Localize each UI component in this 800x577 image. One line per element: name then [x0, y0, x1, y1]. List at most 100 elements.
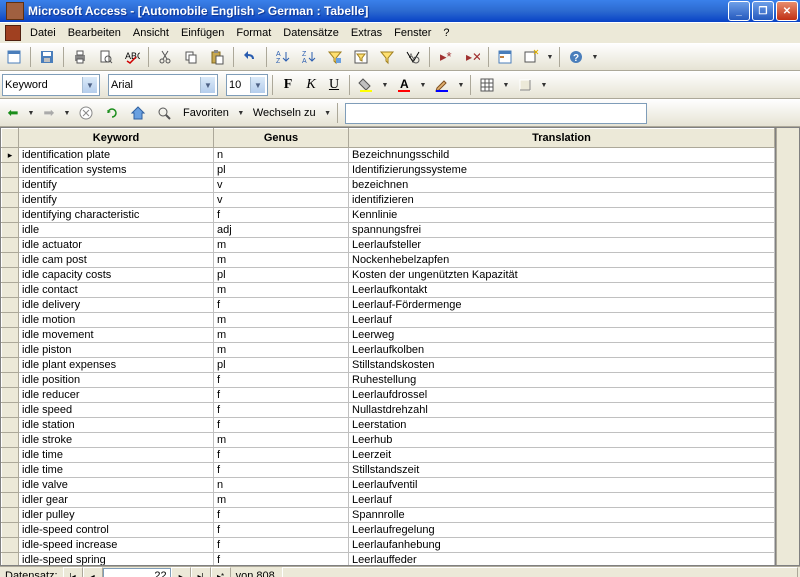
- cell-genus[interactable]: f: [214, 403, 349, 418]
- record-number-input[interactable]: [103, 568, 171, 577]
- stop-icon[interactable]: [74, 101, 98, 125]
- cell-translation[interactable]: Leerlaufanhebung: [349, 538, 775, 553]
- cell-translation[interactable]: Leerlauf-Fördermenge: [349, 298, 775, 313]
- back-dropdown[interactable]: ▼: [26, 104, 36, 122]
- cell-keyword[interactable]: idle reducer: [19, 388, 214, 403]
- cell-genus[interactable]: m: [214, 238, 349, 253]
- row-selector[interactable]: [2, 268, 19, 283]
- row-selector[interactable]: [2, 298, 19, 313]
- cell-keyword[interactable]: idle actuator: [19, 238, 214, 253]
- table-row[interactable]: idle reducerfLeerlaufdrossel: [2, 388, 775, 403]
- table-row[interactable]: idle cam postmNockenhebelzapfen: [2, 253, 775, 268]
- table-row[interactable]: idle speedfNullastdrehzahl: [2, 403, 775, 418]
- table-row[interactable]: identifyvbezeichnen: [2, 178, 775, 193]
- row-selector[interactable]: [2, 313, 19, 328]
- table-row[interactable]: idler gearmLeerlauf: [2, 493, 775, 508]
- favorites-dropdown[interactable]: ▼: [236, 104, 246, 122]
- spelling-button[interactable]: ABC: [120, 45, 144, 69]
- table-row[interactable]: idle strokemLeerhub: [2, 433, 775, 448]
- first-record-button[interactable]: |◂: [63, 567, 83, 577]
- cell-translation[interactable]: Leerlauf: [349, 313, 775, 328]
- cell-keyword[interactable]: idle-speed increase: [19, 538, 214, 553]
- cell-keyword[interactable]: idle delivery: [19, 298, 214, 313]
- help-button[interactable]: ?: [564, 45, 588, 69]
- cell-genus[interactable]: f: [214, 298, 349, 313]
- delete-record-button[interactable]: ▸✕: [460, 45, 484, 69]
- table-row[interactable]: idle valvenLeerlaufventil: [2, 478, 775, 493]
- row-selector[interactable]: [2, 148, 19, 163]
- cut-button[interactable]: [153, 45, 177, 69]
- print-button[interactable]: [68, 45, 92, 69]
- table-row[interactable]: idle-speed controlfLeerlaufregelung: [2, 523, 775, 538]
- find-button[interactable]: A: [401, 45, 425, 69]
- cell-genus[interactable]: f: [214, 508, 349, 523]
- table-row[interactable]: idle pistonmLeerlaufkolben: [2, 343, 775, 358]
- cell-genus[interactable]: f: [214, 463, 349, 478]
- menu-file[interactable]: Datei: [24, 25, 62, 41]
- row-selector[interactable]: [2, 223, 19, 238]
- new-object-dropdown[interactable]: ▼: [545, 48, 555, 66]
- table-row[interactable]: identification platenBezeichnungsschild: [2, 148, 775, 163]
- cell-keyword[interactable]: idle motion: [19, 313, 214, 328]
- cell-translation[interactable]: identifizieren: [349, 193, 775, 208]
- gridlines-dropdown[interactable]: ▼: [501, 76, 511, 94]
- object-combo[interactable]: Keyword▼: [2, 74, 100, 96]
- menu-records[interactable]: Datensätze: [277, 25, 345, 41]
- menu-extras[interactable]: Extras: [345, 25, 388, 41]
- sort-asc-button[interactable]: AZ: [271, 45, 295, 69]
- menu-edit[interactable]: Bearbeiten: [62, 25, 127, 41]
- table-row[interactable]: idle plant expensesplStillstandskosten: [2, 358, 775, 373]
- row-selector[interactable]: [2, 163, 19, 178]
- cell-translation[interactable]: Nullastdrehzahl: [349, 403, 775, 418]
- row-selector[interactable]: [2, 538, 19, 553]
- cell-translation[interactable]: Leerlaufventil: [349, 478, 775, 493]
- table-row[interactable]: identifyvidentifizieren: [2, 193, 775, 208]
- cell-genus[interactable]: m: [214, 313, 349, 328]
- cell-translation[interactable]: Leerlauffeder: [349, 553, 775, 566]
- cell-genus[interactable]: pl: [214, 268, 349, 283]
- cell-keyword[interactable]: idle contact: [19, 283, 214, 298]
- table-row[interactable]: idle actuatormLeerlaufsteller: [2, 238, 775, 253]
- prev-record-button[interactable]: ◂: [83, 567, 103, 577]
- home-icon[interactable]: [126, 101, 150, 125]
- cell-keyword[interactable]: idle plant expenses: [19, 358, 214, 373]
- goto-button[interactable]: Wechseln zu: [248, 107, 321, 119]
- cell-keyword[interactable]: idler pulley: [19, 508, 214, 523]
- cell-genus[interactable]: adj: [214, 223, 349, 238]
- italic-button[interactable]: K: [300, 74, 322, 96]
- cell-genus[interactable]: v: [214, 178, 349, 193]
- cell-genus[interactable]: m: [214, 433, 349, 448]
- database-window-button[interactable]: [493, 45, 517, 69]
- font-color-button[interactable]: A: [392, 73, 416, 97]
- cell-keyword[interactable]: idle time: [19, 448, 214, 463]
- table-row[interactable]: idle movementmLeerweg: [2, 328, 775, 343]
- menu-format[interactable]: Format: [230, 25, 277, 41]
- row-selector[interactable]: [2, 283, 19, 298]
- row-selector[interactable]: [2, 193, 19, 208]
- cell-keyword[interactable]: idle: [19, 223, 214, 238]
- font-combo[interactable]: Arial▼: [108, 74, 218, 96]
- col-genus[interactable]: Genus: [214, 129, 349, 148]
- cell-keyword[interactable]: idle valve: [19, 478, 214, 493]
- special-effect-dropdown[interactable]: ▼: [539, 76, 549, 94]
- cell-keyword[interactable]: idle capacity costs: [19, 268, 214, 283]
- menu-view[interactable]: Ansicht: [127, 25, 175, 41]
- row-selector[interactable]: [2, 553, 19, 566]
- favorites-button[interactable]: Favoriten: [178, 107, 234, 119]
- cell-genus[interactable]: f: [214, 523, 349, 538]
- cell-keyword[interactable]: identification systems: [19, 163, 214, 178]
- cell-translation[interactable]: Leerlaufkontakt: [349, 283, 775, 298]
- cell-keyword[interactable]: idle time: [19, 463, 214, 478]
- row-selector[interactable]: [2, 508, 19, 523]
- cell-keyword[interactable]: idle station: [19, 418, 214, 433]
- cell-translation[interactable]: Spannrolle: [349, 508, 775, 523]
- cell-keyword[interactable]: idle cam post: [19, 253, 214, 268]
- cell-genus[interactable]: f: [214, 373, 349, 388]
- row-selector[interactable]: [2, 208, 19, 223]
- cell-genus[interactable]: m: [214, 253, 349, 268]
- cell-genus[interactable]: m: [214, 283, 349, 298]
- row-selector[interactable]: [2, 373, 19, 388]
- sort-desc-button[interactable]: ZA: [297, 45, 321, 69]
- row-selector[interactable]: [2, 328, 19, 343]
- cell-translation[interactable]: Kennlinie: [349, 208, 775, 223]
